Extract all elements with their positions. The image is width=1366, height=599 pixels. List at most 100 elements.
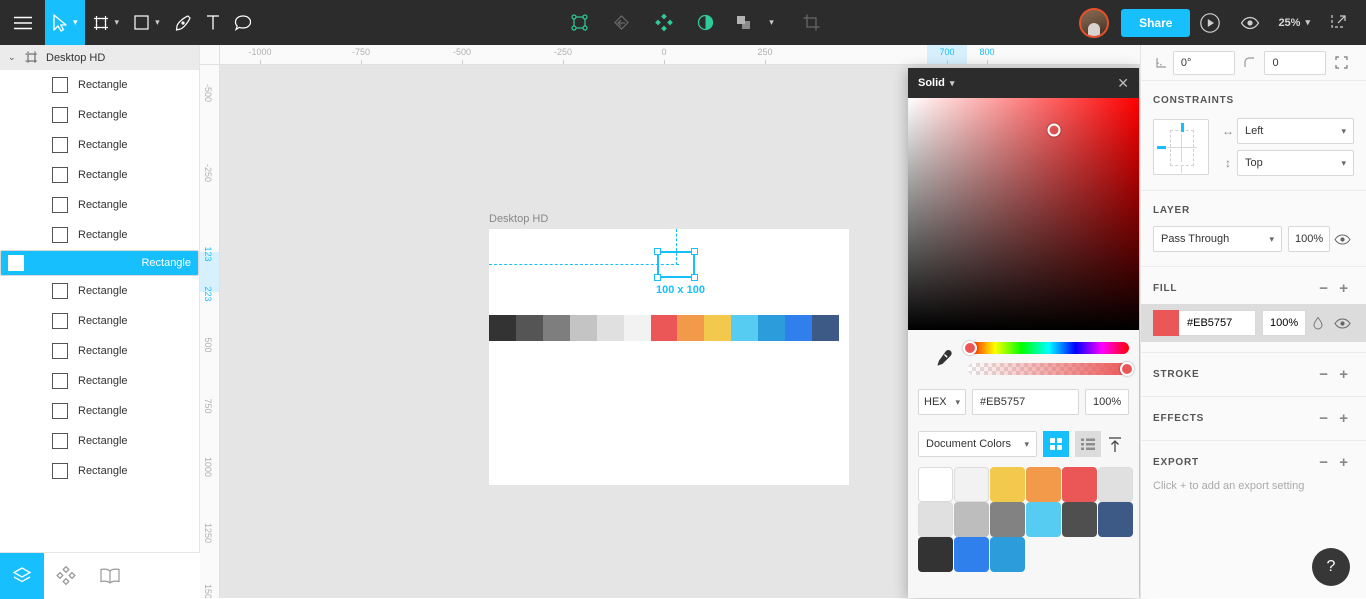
saturation-value-field[interactable] <box>908 98 1139 330</box>
eye-icon[interactable] <box>1330 234 1354 245</box>
canvas-rectangle[interactable] <box>785 315 812 341</box>
eyedropper-icon[interactable] <box>918 349 968 369</box>
rotation-input[interactable]: 0° <box>1173 51 1235 75</box>
hue-slider[interactable] <box>968 342 1129 354</box>
crop-icon[interactable] <box>790 0 832 45</box>
resize-handle-sw[interactable] <box>654 274 661 281</box>
blend-mode-select[interactable]: Pass Through ▾ <box>1153 226 1282 252</box>
document-color-swatch[interactable] <box>1062 467 1097 502</box>
selection-rectangle[interactable] <box>657 251 695 278</box>
blend-drop-icon[interactable] <box>1306 316 1330 330</box>
fill-type-selector[interactable]: Solid ▾ <box>918 77 954 89</box>
user-avatar[interactable] <box>1079 8 1109 38</box>
independent-corners-icon[interactable] <box>1326 56 1356 69</box>
document-color-swatch[interactable] <box>918 537 953 572</box>
horizontal-ruler[interactable]: -1000-750-500-25002507008001250150017502… <box>220 45 1140 65</box>
fill-opacity-input[interactable]: 100% <box>1262 310 1306 336</box>
document-color-swatch[interactable] <box>954 502 989 537</box>
pen-tool[interactable] <box>167 0 199 45</box>
layer-item[interactable]: Rectangle <box>0 426 199 456</box>
effects-remove-button[interactable]: − <box>1314 411 1334 426</box>
grid-view-icon[interactable] <box>1043 431 1069 457</box>
export-remove-button[interactable]: − <box>1314 455 1334 470</box>
color-picker-popup[interactable]: Solid ▾ ✕ HEX ▾ #EB5757 100% Document Co… <box>908 68 1139 598</box>
document-color-swatch[interactable] <box>990 537 1025 572</box>
help-button[interactable]: ? <box>1312 548 1350 586</box>
canvas-rectangle[interactable] <box>489 315 516 341</box>
layer-item[interactable]: Rectangle <box>0 70 199 100</box>
fill-color-swatch[interactable] <box>1153 310 1179 336</box>
canvas-rectangle[interactable] <box>677 315 704 341</box>
hamburger-menu-icon[interactable] <box>0 0 45 45</box>
components-tab[interactable] <box>44 553 88 599</box>
half-circle-icon[interactable] <box>684 0 726 45</box>
canvas-rectangle[interactable] <box>812 315 839 341</box>
artboard-label[interactable]: Desktop HD <box>489 213 548 225</box>
list-view-icon[interactable] <box>1075 431 1101 457</box>
canvas-rectangle[interactable] <box>597 315 624 341</box>
stroke-remove-button[interactable]: − <box>1314 367 1334 382</box>
fill-row[interactable]: #EB5757 100% <box>1141 304 1366 342</box>
upload-arrow-icon[interactable] <box>1101 431 1129 457</box>
share-button[interactable]: Share <box>1121 9 1190 37</box>
resize-handle-ne[interactable] <box>691 248 698 255</box>
close-x-icon[interactable]: ✕ <box>1117 76 1129 90</box>
shape-tool[interactable]: ▾ <box>126 0 167 45</box>
export-add-button[interactable]: + <box>1334 455 1354 470</box>
layer-opacity-input[interactable]: 100% <box>1288 226 1330 252</box>
document-color-swatch[interactable] <box>1062 502 1097 537</box>
layer-item[interactable]: Rectangle <box>0 366 199 396</box>
document-color-swatch[interactable] <box>1026 467 1061 502</box>
document-color-swatch[interactable] <box>954 467 989 502</box>
hue-slider-handle[interactable] <box>963 341 977 355</box>
palette-source-selector[interactable]: Document Colors ▾ <box>918 431 1037 457</box>
text-tool[interactable] <box>199 0 227 45</box>
document-color-swatch[interactable] <box>990 502 1025 537</box>
constraints-widget[interactable] <box>1153 119 1209 175</box>
layer-item[interactable]: Rectangle <box>0 100 199 130</box>
chevron-down-icon[interactable]: ▾ <box>760 0 778 45</box>
canvas-rectangle[interactable] <box>704 315 731 341</box>
canvas-rectangle[interactable] <box>624 315 651 341</box>
constraint-vertical-select[interactable]: Top ▾ <box>1237 150 1354 176</box>
canvas-rectangle[interactable] <box>651 315 678 341</box>
opacity-input[interactable]: 100% <box>1085 389 1129 415</box>
frame-tool[interactable]: ▾ <box>85 0 127 45</box>
union-shapes-icon[interactable] <box>726 0 760 45</box>
document-color-swatch[interactable] <box>990 467 1025 502</box>
alpha-slider-handle[interactable] <box>1120 362 1134 376</box>
layer-item[interactable]: Rectangle <box>0 130 199 160</box>
move-tool[interactable]: ▾ <box>45 0 85 45</box>
sv-handle[interactable] <box>1047 124 1060 137</box>
canvas-rectangle[interactable] <box>543 315 570 341</box>
layer-item[interactable]: Rectangle <box>0 306 199 336</box>
layer-item[interactable]: Rectangle <box>0 250 199 276</box>
hex-value-input[interactable]: #EB5757 <box>972 389 1079 415</box>
detach-arrow-icon[interactable] <box>600 0 642 45</box>
layer-item[interactable]: Rectangle <box>0 336 199 366</box>
layer-item[interactable]: Rectangle <box>0 190 199 220</box>
component-icon[interactable] <box>558 0 600 45</box>
comment-tool[interactable] <box>227 0 259 45</box>
stroke-add-button[interactable]: + <box>1334 367 1354 382</box>
eye-icon[interactable] <box>1230 0 1270 45</box>
fill-remove-button[interactable]: − <box>1314 281 1334 296</box>
document-color-swatch[interactable] <box>954 537 989 572</box>
document-color-swatch[interactable] <box>1026 502 1061 537</box>
layers-tab[interactable] <box>0 553 44 599</box>
document-color-swatch[interactable] <box>918 502 953 537</box>
canvas-rectangle[interactable] <box>731 315 758 341</box>
layer-item[interactable]: Rectangle <box>0 160 199 190</box>
alpha-slider[interactable] <box>968 363 1129 375</box>
document-color-swatch[interactable] <box>918 467 953 502</box>
layer-item[interactable]: Rectangle <box>0 220 199 250</box>
chevron-down-icon[interactable]: ⌄ <box>8 52 22 63</box>
canvas-rectangle[interactable] <box>516 315 543 341</box>
library-tab[interactable] <box>88 553 132 599</box>
resize-handle-nw[interactable] <box>654 248 661 255</box>
play-circle-icon[interactable] <box>1190 0 1230 45</box>
document-color-swatch[interactable] <box>1098 467 1133 502</box>
corner-radius-input[interactable]: 0 <box>1264 51 1326 75</box>
layer-item[interactable]: Rectangle <box>0 396 199 426</box>
layer-item[interactable]: Rectangle <box>0 276 199 306</box>
